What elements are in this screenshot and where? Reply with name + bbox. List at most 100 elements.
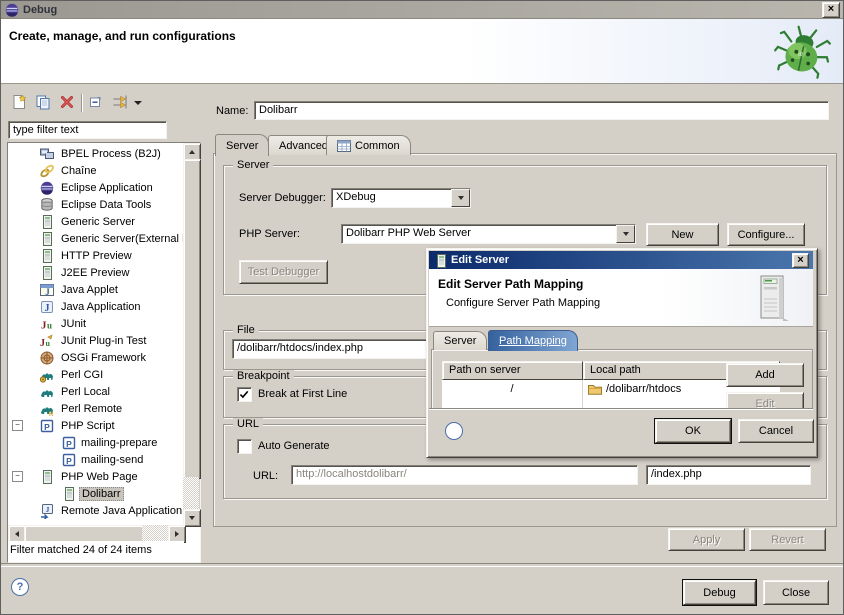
tree-item[interactable]: Eclipse Data Tools (8, 196, 183, 213)
server-debugger-select[interactable]: XDebug (331, 188, 471, 208)
path-on-server-cell[interactable]: / (442, 380, 583, 398)
collapse-node-icon[interactable]: − (12, 471, 23, 482)
tree-item-label: BPEL Process (B2J) (59, 147, 163, 161)
tree-vertical-scrollbar[interactable] (183, 143, 200, 525)
add-mapping-button[interactable]: Add (726, 363, 804, 387)
edit-help-icon[interactable] (445, 422, 463, 440)
collapse-all-icon[interactable] (86, 94, 106, 112)
break-first-line-checkbox[interactable] (237, 387, 252, 402)
tree-item[interactable]: HTTP Preview (8, 247, 183, 264)
perl-icon (39, 384, 55, 400)
table-icon (337, 140, 351, 152)
filter-input[interactable]: type filter text (8, 121, 167, 139)
tree-item[interactable]: JRemote Java Application (8, 502, 183, 519)
tree-item-label: mailing-prepare (79, 436, 159, 450)
chain-icon (39, 163, 55, 179)
cancel-button[interactable]: Cancel (738, 419, 814, 443)
local-path-text: /dolibarr/htdocs (606, 383, 681, 395)
close-button[interactable]: Close (763, 580, 829, 605)
tree-item[interactable]: J2EE Preview (8, 264, 183, 281)
php-icon: P (61, 452, 77, 468)
tree-item[interactable]: J Java Application (8, 298, 183, 315)
tree-horizontal-scrollbar[interactable] (8, 525, 184, 541)
tree-item-label: Generic Server(External La (59, 232, 183, 246)
new-configuration-icon[interactable] (9, 94, 29, 112)
tree-item-label: Chaîne (59, 164, 98, 178)
tree-item[interactable]: −PPHP Script (8, 417, 183, 434)
vertical-scroll-track[interactable] (183, 477, 199, 509)
apply-button[interactable]: Apply (668, 528, 745, 551)
collapse-node-icon[interactable]: − (12, 420, 23, 431)
tab-server[interactable]: Server (215, 134, 269, 156)
chevron-down-icon[interactable] (616, 225, 635, 243)
filter-launch-icon[interactable] (110, 94, 130, 112)
tree-item[interactable]: Ju JUnit Plug-in Test (8, 332, 183, 349)
debug-button[interactable]: Debug (683, 580, 756, 605)
column-path-on-server[interactable]: Path on server (442, 361, 583, 380)
auto-generate-checkbox[interactable] (237, 439, 252, 454)
php-server-select[interactable]: Dolibarr PHP Web Server (341, 224, 636, 244)
edit-server-title: Edit Server (451, 254, 509, 266)
perl-remote-icon: R (39, 401, 55, 417)
filter-menu-chevron-icon[interactable] (134, 97, 144, 109)
new-server-button[interactable]: New (646, 223, 719, 246)
tree-item[interactable]: RPerl Remote (8, 400, 183, 417)
dialog-header: Create, manage, and run configurations ⊞ (1, 19, 843, 84)
name-label: Name: (216, 105, 248, 117)
test-debugger-button[interactable]: Test Debugger (239, 260, 328, 284)
tree-item[interactable]: JuJUnit (8, 315, 183, 332)
tree-item[interactable]: BPEL Process (B2J) (8, 145, 183, 162)
help-icon[interactable]: ? (11, 578, 29, 596)
close-edit-server-icon[interactable]: × (792, 253, 809, 268)
svg-text:J: J (45, 287, 50, 297)
edit-tab-server[interactable]: Server (433, 331, 487, 350)
url-path-input[interactable]: /index.php (646, 465, 811, 485)
chevron-down-icon[interactable] (451, 189, 470, 207)
tree-item[interactable]: Pmailing-send (8, 451, 183, 468)
tree-item[interactable]: J Java Applet (8, 281, 183, 298)
base-url-input[interactable]: http://localhostdolibarr/ (291, 465, 638, 485)
revert-button[interactable]: Revert (749, 528, 826, 551)
tree-item[interactable]: Eclipse Application (8, 179, 183, 196)
ok-button[interactable]: OK (655, 419, 731, 443)
close-window-icon[interactable]: × (822, 2, 840, 18)
tree-item[interactable]: Dolibarr (8, 485, 183, 502)
junit-plugin-icon: Ju (39, 333, 55, 349)
php-server-icon (39, 469, 55, 485)
tree-item[interactable]: Perl CGI (8, 366, 183, 383)
php-server-label: PHP Server: (239, 228, 300, 240)
tree-item-label: Java Applet (59, 283, 120, 297)
tree-item-label: JUnit Plug-in Test (59, 334, 148, 348)
edit-tab-path-mapping[interactable]: Path Mapping (488, 330, 578, 351)
horizontal-scroll-track[interactable] (142, 525, 168, 541)
remote-java-icon: J (39, 503, 55, 519)
tree-item[interactable]: Pmailing-prepare (8, 434, 183, 451)
tree-item-label: Eclipse Data Tools (59, 198, 153, 212)
bpel-icon (39, 146, 55, 162)
name-input[interactable]: Dolibarr (254, 101, 829, 120)
tree-item-label: PHP Web Page (59, 470, 140, 484)
configure-server-button[interactable]: Configure... (727, 223, 805, 246)
duplicate-configuration-icon[interactable] (33, 94, 53, 112)
delete-configuration-icon[interactable] (57, 94, 77, 112)
tree-item[interactable]: Generic Server(External La (8, 230, 183, 247)
tree-item[interactable]: Generic Server (8, 213, 183, 230)
filter-status: Filter matched 24 of 24 items (8, 541, 184, 560)
svg-text:J: J (45, 303, 50, 314)
edit-dialog-button-bar: OK Cancel (429, 408, 813, 454)
server-icon (39, 214, 55, 230)
svg-text:u: u (46, 339, 51, 348)
tree-item[interactable]: Chaîne (8, 162, 183, 179)
vertical-scroll-thumb[interactable] (183, 159, 201, 479)
tree-item-label: mailing-send (79, 453, 145, 467)
tab-common[interactable]: Common (326, 135, 411, 155)
tree-item[interactable]: − PHP Web Page (8, 468, 183, 485)
edit-server-dialog: Edit Server × Edit Server Path Mapping C… (426, 248, 818, 458)
tree-item[interactable]: OSGi Framework (8, 349, 183, 366)
server-icon (39, 265, 55, 281)
svg-text:J: J (40, 338, 45, 349)
server-icon (433, 253, 446, 267)
tree-item-label: Perl Local (59, 385, 112, 399)
tree-item-label: Java Application (59, 300, 143, 314)
tree-item[interactable]: Perl Local (8, 383, 183, 400)
